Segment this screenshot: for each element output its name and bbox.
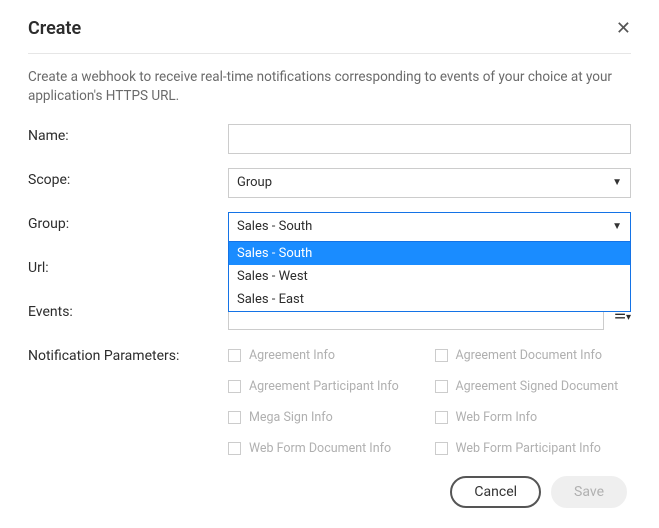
param-web-form-participant-info[interactable]: Web Form Participant Info (435, 441, 632, 456)
events-label: Events: (28, 300, 228, 320)
param-agreement-signed-document[interactable]: Agreement Signed Document (435, 379, 632, 394)
group-label: Group: (28, 212, 228, 232)
url-label: Url: (28, 256, 228, 276)
checkbox-icon (435, 349, 448, 362)
param-mega-sign-info[interactable]: Mega Sign Info (228, 410, 425, 425)
chevron-down-icon: ▼ (612, 221, 622, 232)
param-agreement-participant-info[interactable]: Agreement Participant Info (228, 379, 425, 394)
cancel-button[interactable]: Cancel (450, 476, 541, 508)
chevron-down-icon: ▼ (612, 177, 622, 188)
name-label: Name: (28, 124, 228, 144)
group-select[interactable]: Sales - South ▼ (228, 212, 631, 242)
group-dropdown: Sales - South Sales - West Sales - East (228, 241, 631, 312)
checkbox-icon (228, 442, 241, 455)
params-grid: Agreement Info Agreement Document Info A… (228, 344, 631, 456)
name-input[interactable] (228, 124, 631, 154)
group-option-sales-east[interactable]: Sales - East (229, 288, 630, 311)
scope-value: Group (237, 175, 272, 190)
group-option-sales-west[interactable]: Sales - West (229, 265, 630, 288)
dialog-footer: Cancel Save (28, 476, 631, 508)
scope-label: Scope: (28, 168, 228, 188)
param-agreement-info[interactable]: Agreement Info (228, 348, 425, 363)
checkbox-icon (435, 442, 448, 455)
checkbox-icon (435, 411, 448, 424)
params-label: Notification Parameters: (28, 344, 228, 364)
close-icon[interactable]: ✕ (616, 20, 631, 38)
checkbox-icon (435, 380, 448, 393)
group-option-sales-south[interactable]: Sales - South (229, 242, 630, 265)
save-button: Save (551, 476, 627, 508)
dialog-title: Create (28, 18, 81, 39)
param-web-form-info[interactable]: Web Form Info (435, 410, 632, 425)
dialog-header: Create ✕ (28, 18, 631, 54)
checkbox-icon (228, 411, 241, 424)
group-value: Sales - South (237, 219, 312, 234)
create-webhook-dialog: Create ✕ Create a webhook to receive rea… (0, 0, 659, 528)
checkbox-icon (228, 380, 241, 393)
dialog-description: Create a webhook to receive real-time no… (28, 68, 631, 106)
scope-select[interactable]: Group ▼ (228, 168, 631, 198)
checkbox-icon (228, 349, 241, 362)
param-web-form-document-info[interactable]: Web Form Document Info (228, 441, 425, 456)
param-agreement-document-info[interactable]: Agreement Document Info (435, 348, 632, 363)
